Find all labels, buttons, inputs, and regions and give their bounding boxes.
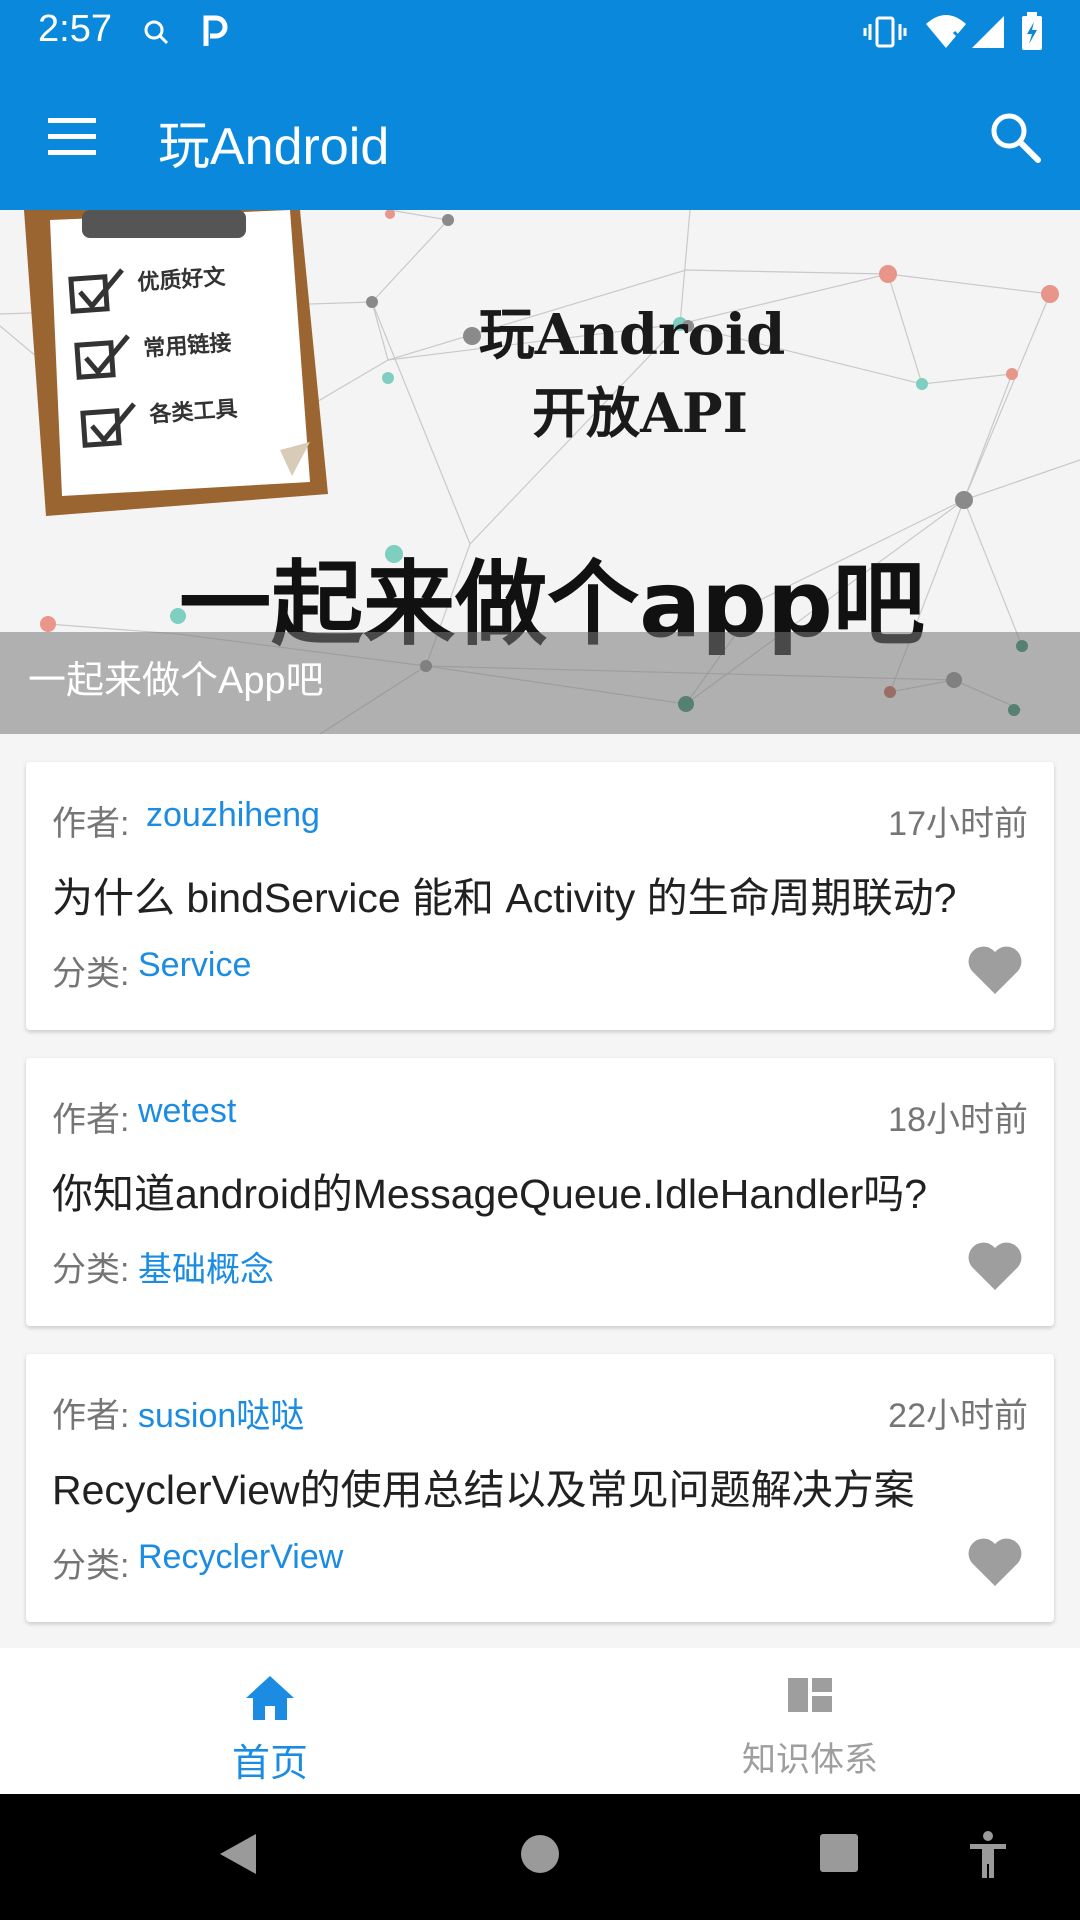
svg-text:开放API: 开放API <box>532 381 748 445</box>
category-name[interactable]: Service <box>138 946 251 985</box>
article-time: 18小时前 <box>888 1101 1028 1139</box>
category-label: 分类: <box>52 1251 130 1289</box>
bottom-navigation: 首页 知识体系 <box>0 1648 1080 1794</box>
article-time: 22小时前 <box>888 1397 1028 1435</box>
category-name[interactable]: 基础概念 <box>138 1242 274 1291</box>
nav-tab-knowledge[interactable]: 知识体系 <box>540 1648 1080 1794</box>
article-card[interactable]: 作者: zouzhiheng 17小时前 为什么 bindService 能和 … <box>26 762 1054 1030</box>
clipboard-illustration <box>24 210 328 516</box>
category-label: 分类: <box>52 955 130 993</box>
author-label: 作者: <box>52 1397 130 1435</box>
article-title[interactable]: 为什么 bindService 能和 Activity 的生命周期联动? <box>52 864 956 924</box>
author-label: 作者: <box>52 1101 130 1139</box>
author-name[interactable]: susion哒哒 <box>138 1388 304 1437</box>
status-time: 2:57 <box>38 8 112 50</box>
article-card[interactable]: 作者: susion哒哒 22小时前 RecyclerView的使用总结以及常见… <box>26 1354 1054 1622</box>
status-bar: 2:57 <box>0 0 1080 64</box>
vibrate-icon <box>863 16 907 48</box>
nav-label-knowledge: 知识体系 <box>742 1741 878 1779</box>
app-bar: 玩Android <box>0 64 1080 210</box>
dashboard-icon <box>788 1678 832 1712</box>
svg-text:玩Android: 玩Android <box>479 302 786 368</box>
author-name[interactable]: wetest <box>138 1092 236 1131</box>
category-label: 分类: <box>52 1547 130 1585</box>
heart-icon[interactable] <box>966 1536 1024 1588</box>
accessibility-icon[interactable] <box>966 1830 1010 1880</box>
search-icon[interactable] <box>986 108 1046 168</box>
battery-icon <box>1022 12 1042 50</box>
signal-icon <box>972 16 1004 48</box>
home-nav-icon[interactable] <box>516 1830 564 1878</box>
recents-icon[interactable] <box>818 1830 860 1876</box>
banner-caption: 一起来做个App吧 <box>28 660 324 702</box>
app-title: 玩Android <box>158 118 390 176</box>
author-name[interactable]: zouzhiheng <box>146 796 320 835</box>
wifi-icon <box>926 15 966 48</box>
heart-icon[interactable] <box>966 944 1024 996</box>
nav-tab-home[interactable]: 首页 <box>0 1648 540 1794</box>
home-icon <box>246 1676 294 1720</box>
heart-icon[interactable] <box>966 1240 1024 1292</box>
banner-carousel[interactable]: 优质好文 常用链接 各类工具 玩Android 开放API 一起来做个app吧 … <box>0 210 1080 734</box>
back-icon[interactable] <box>216 1830 260 1878</box>
article-time: 17小时前 <box>888 805 1028 843</box>
article-title[interactable]: 你知道android的MessageQueue.IdleHandler吗? <box>52 1160 927 1220</box>
system-navigation-bar <box>0 1794 1080 1920</box>
p-notification-icon <box>203 15 228 46</box>
search-notification-icon <box>144 20 169 45</box>
article-card[interactable]: 作者: wetest 18小时前 你知道android的MessageQueue… <box>26 1058 1054 1326</box>
nav-label-home: 首页 <box>231 1743 308 1785</box>
menu-icon[interactable] <box>46 114 98 160</box>
category-name[interactable]: RecyclerView <box>138 1538 343 1577</box>
article-title[interactable]: RecyclerView的使用总结以及常见问题解决方案 <box>52 1456 915 1516</box>
author-label: 作者: <box>52 805 130 843</box>
